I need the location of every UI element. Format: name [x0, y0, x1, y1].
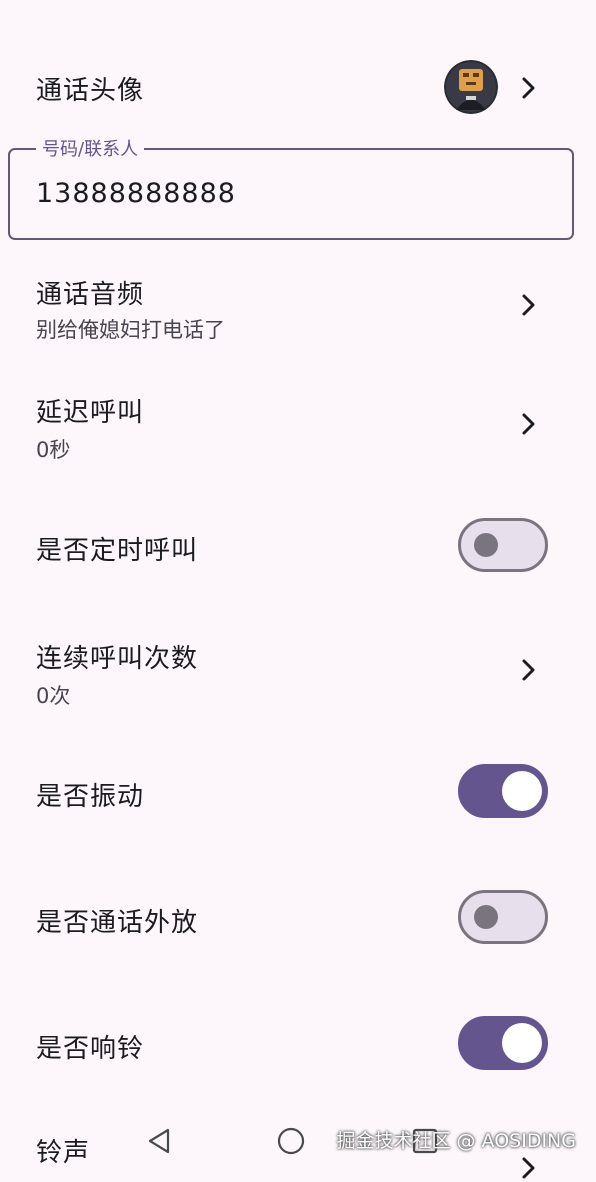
scheduled-call-switch[interactable]	[458, 518, 548, 572]
phone-contact-field[interactable]: 号码/联系人 13888888888	[8, 135, 574, 240]
delay-call-value: 0秒	[36, 438, 71, 462]
phone-contact-field-label: 号码/联系人	[36, 135, 145, 161]
watermark-text: 掘金技术社区 @ AOSIDING	[336, 1130, 576, 1152]
call-audio-row[interactable]: 通话音频 别给俺媳妇打电话了	[0, 266, 596, 346]
avatar-setting-row[interactable]: 通话头像	[0, 50, 596, 126]
delay-call-label: 延迟呼叫	[36, 398, 145, 428]
ring-label: 是否响铃	[36, 1034, 145, 1064]
vibrate-label: 是否振动	[36, 782, 145, 812]
speaker-row: 是否通话外放	[0, 890, 596, 946]
repeat-count-value: 0次	[36, 684, 71, 708]
speaker-switch[interactable]	[458, 890, 548, 944]
switch-thumb	[502, 771, 542, 811]
repeat-count-label: 连续呼叫次数	[36, 644, 199, 674]
vibrate-switch[interactable]	[458, 764, 548, 818]
chevron-right-icon	[514, 410, 542, 438]
chevron-right-icon	[514, 291, 542, 319]
caller-avatar-image	[444, 60, 498, 114]
phone-contact-input[interactable]: 13888888888	[36, 178, 536, 209]
speaker-label: 是否通话外放	[36, 908, 199, 938]
switch-thumb	[474, 905, 498, 929]
scheduled-call-row: 是否定时呼叫	[0, 518, 596, 574]
delay-call-row[interactable]: 延迟呼叫 0秒	[0, 386, 596, 466]
switch-thumb	[474, 533, 498, 557]
ring-row: 是否响铃	[0, 1016, 596, 1072]
chevron-right-icon	[514, 74, 542, 102]
back-triangle-icon[interactable]	[142, 1124, 176, 1158]
call-audio-value: 别给俺媳妇打电话了	[36, 318, 225, 342]
scheduled-call-label: 是否定时呼叫	[36, 536, 199, 566]
vibrate-row: 是否振动	[0, 764, 596, 820]
call-audio-label: 通话音频	[36, 280, 145, 310]
chevron-right-icon	[514, 656, 542, 684]
avatar-setting-label: 通话头像	[36, 76, 145, 106]
home-circle-icon[interactable]	[274, 1124, 308, 1158]
ring-switch[interactable]	[458, 1016, 548, 1070]
switch-thumb	[502, 1023, 542, 1063]
repeat-count-row[interactable]: 连续呼叫次数 0次	[0, 632, 596, 712]
